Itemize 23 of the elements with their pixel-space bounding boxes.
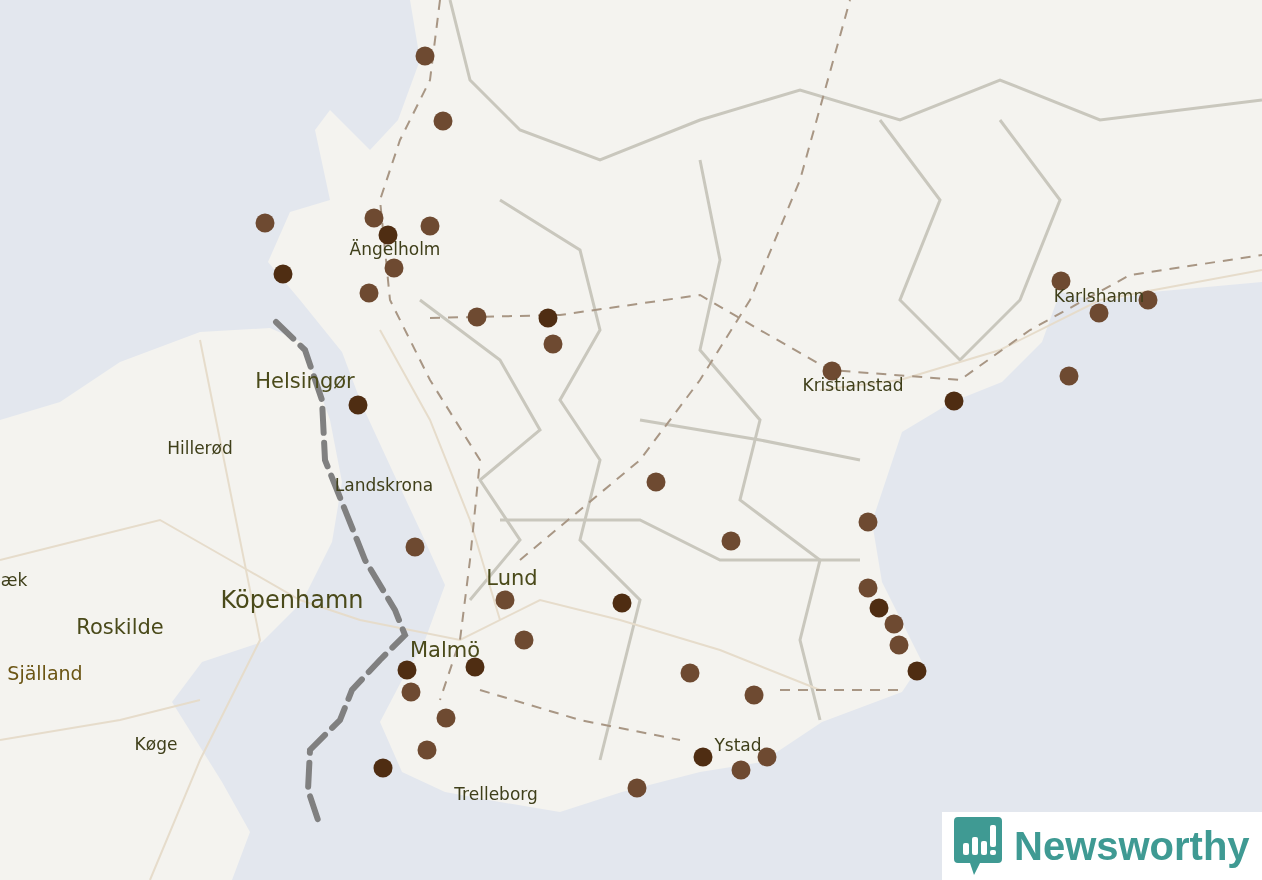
place-label: Köpenhamn (220, 588, 364, 612)
location-marker[interactable] (373, 758, 393, 778)
place-label: Trelleborg (454, 785, 538, 803)
place-label: Helsingør (255, 370, 355, 392)
location-marker[interactable] (348, 395, 368, 415)
location-marker[interactable] (1089, 303, 1109, 323)
place-label: Roskilde (76, 616, 164, 638)
place-label: Hillerød (167, 439, 233, 457)
chart-speech-bubble-icon (954, 817, 1002, 875)
place-label: Landskrona (334, 476, 434, 494)
location-marker[interactable] (405, 537, 425, 557)
place-label: æk (0, 571, 28, 589)
location-marker[interactable] (397, 660, 417, 680)
place-label: Lund (486, 567, 538, 589)
place-label: Ängelholm (349, 240, 441, 258)
place-label: Køge (134, 735, 178, 753)
logo-text: Newsworthy (1014, 826, 1250, 866)
location-marker[interactable] (255, 213, 275, 233)
place-label: Själland (7, 663, 83, 683)
place-label: Malmö (409, 639, 481, 661)
place-label: Ystad (714, 736, 762, 754)
location-marker[interactable] (1059, 366, 1079, 386)
place-label: Kristianstad (802, 376, 904, 394)
